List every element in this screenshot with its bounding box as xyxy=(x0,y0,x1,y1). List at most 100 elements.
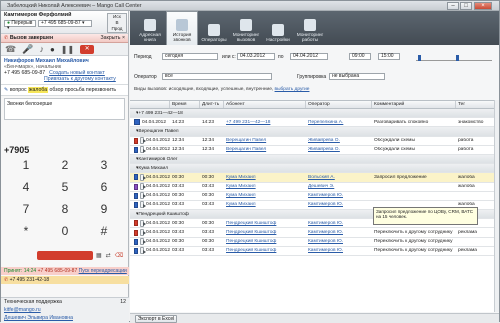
dial-key[interactable]: 7 xyxy=(7,201,45,217)
row-operator[interactable]: Камтимеров Ю. xyxy=(306,248,372,253)
dial-key[interactable]: * xyxy=(7,223,45,239)
col-operator[interactable]: Оператор xyxy=(306,101,372,108)
play-record-icon[interactable] xyxy=(139,247,147,255)
play-record-icon[interactable] xyxy=(139,173,147,181)
col-comment[interactable]: Комментарий xyxy=(372,101,456,108)
group-row[interactable]: ▾ +7 499 231—42—18 xyxy=(130,109,499,119)
line-select[interactable]: +7 495 685-09-87 ▾ xyxy=(38,20,92,27)
table-row[interactable]: 04.04.2012 03:43 03:43 Пендрецкий Кшиштоф Ка… xyxy=(130,228,499,238)
tab-operators[interactable]: Операторы xyxy=(198,11,230,45)
row-operator[interactable]: Камтимеров Ю. xyxy=(306,230,372,235)
note-field[interactable]: Звонки белоэерше xyxy=(4,98,125,120)
row-operator[interactable]: Перепелкина А. xyxy=(306,120,372,125)
dial-number[interactable]: +7905 xyxy=(4,145,29,155)
row-operator[interactable]: Камтимеров Ю. xyxy=(306,221,372,226)
dial-key[interactable]: 2 xyxy=(46,157,84,173)
support-agent[interactable]: Дешевич Эльвира Ивановна xyxy=(4,315,126,321)
keypad-icon[interactable]: ▦ xyxy=(96,252,102,259)
col-duration[interactable]: Длит-ть xyxy=(200,101,224,108)
close-call-link[interactable]: Закрыть × xyxy=(101,35,125,41)
slider-handle-right[interactable] xyxy=(456,55,459,61)
row-operator[interactable]: Камтимеров Ю. xyxy=(306,239,372,244)
tag-review[interactable]: обзор xyxy=(50,87,64,93)
play-record-icon[interactable] xyxy=(139,201,147,209)
table-row[interactable]: 04.04.2012 12:34 12:34 Верещагин Павел Живай… xyxy=(130,146,499,155)
active-call-chip[interactable]: Принят: 14:24 +7 495 685-09-87 Пуск пере… xyxy=(1,267,129,275)
close-window-button[interactable]: × xyxy=(474,2,492,10)
table-scrollbar[interactable] xyxy=(494,100,499,312)
group-select[interactable]: не выбрана xyxy=(329,73,385,80)
row-operator[interactable]: Камтимеров Ю. xyxy=(306,202,372,207)
row-comment[interactable]: Обсуждали схемы xyxy=(372,138,456,143)
dial-key[interactable]: 0 xyxy=(46,223,84,239)
play-record-icon[interactable] xyxy=(139,238,147,246)
group-row[interactable]: ▾ Кантимиров Олег xyxy=(130,154,499,165)
maximize-button[interactable]: □ xyxy=(460,2,472,10)
tag-complaint[interactable]: жалоба xyxy=(28,87,49,93)
table-row[interactable]: 04.04.2012 03:43 03:43 Кума Михаил Дешевич Э… xyxy=(130,183,499,192)
table-row[interactable]: 04.04.2012 14:23 14:23 +7 499 231—42—18 Пере… xyxy=(130,118,499,128)
row-comment[interactable]: Переключить к другому сотруднику xyxy=(372,239,456,244)
row-comment[interactable]: Переключить к другому сотруднику xyxy=(372,230,456,235)
group-expander-icon[interactable]: ▾ xyxy=(130,212,138,217)
play-record-icon[interactable] xyxy=(139,146,147,154)
row-operator[interactable]: Живайрева О. xyxy=(306,147,372,152)
transfer-icon[interactable]: ⇄ xyxy=(106,252,111,259)
pause-icon[interactable]: ❚❚ xyxy=(61,45,74,54)
col-time[interactable]: Время xyxy=(170,101,200,108)
table-row[interactable]: 04.04.2012 00:30 00:30 Пендрецкий Кшиштоф Ка… xyxy=(130,238,499,247)
row-abonent[interactable]: Пендрецкий Кшиштоф xyxy=(224,230,306,235)
slider-handle-left[interactable] xyxy=(418,55,421,61)
time-from-input[interactable]: 09:00 xyxy=(349,53,371,60)
time-to-input[interactable]: 15:00 xyxy=(378,53,400,60)
row-comment[interactable]: Запросил предложение xyxy=(372,175,456,180)
types-link[interactable]: выбрать другие xyxy=(275,87,310,92)
row-abonent[interactable]: Кума Михаил xyxy=(224,193,306,198)
dial-key[interactable]: 1 xyxy=(7,157,45,173)
col-tag[interactable]: Тег xyxy=(456,101,494,108)
group-expander-icon[interactable]: ▾ xyxy=(130,157,138,162)
dial-key[interactable]: 3 xyxy=(85,157,123,173)
second-call-chip[interactable]: ✆ +7 495 231-42-18 xyxy=(1,276,129,284)
tab-call-monitoring[interactable]: Мониторинг вызовов xyxy=(230,11,262,45)
dial-key[interactable]: 4 xyxy=(7,179,45,195)
row-abonent[interactable]: +7 499 231—42—18 xyxy=(224,120,306,125)
table-row[interactable]: 04.04.2012 12:34 12:34 Верещагин Павел Живай… xyxy=(130,137,499,146)
group-expander-icon[interactable]: ▾ xyxy=(130,166,138,171)
dial-key[interactable]: 8 xyxy=(46,201,84,217)
support-email[interactable]: kitfe@mango.ru xyxy=(4,307,126,313)
group-expander-icon[interactable]: ▾ xyxy=(130,111,138,116)
attach-contact-link[interactable]: Привязать к другому контакту xyxy=(44,76,125,82)
tab-settings[interactable]: Настройки xyxy=(262,11,294,45)
row-abonent[interactable]: Пендрецкий Кшиштоф xyxy=(224,239,306,244)
date-to-input[interactable]: 04.04.2012 xyxy=(290,53,328,60)
play-record-icon[interactable] xyxy=(139,192,147,200)
row-abonent[interactable]: Пендрецкий Кшиштоф xyxy=(224,221,306,226)
dial-key[interactable]: # xyxy=(85,223,123,239)
period-select[interactable]: сегодня xyxy=(162,53,218,60)
status-select[interactable]: ● Перерыв ▾ xyxy=(4,20,36,31)
group-expander-icon[interactable]: ▾ xyxy=(130,129,138,134)
play-record-icon[interactable] xyxy=(139,219,147,227)
operator-select[interactable]: все xyxy=(162,73,272,80)
dial-key[interactable]: 9 xyxy=(85,201,123,217)
volume-icon[interactable]: ♪ xyxy=(39,44,44,54)
row-comment[interactable]: Обсуждали схемы xyxy=(372,147,456,152)
tab-address-book[interactable]: Адресная книга xyxy=(134,11,166,45)
row-abonent[interactable]: Верещагин Павел xyxy=(224,138,306,143)
date-from-input[interactable]: 04.03.2012 xyxy=(237,53,275,60)
table-row[interactable]: 04.04.2012 00:30 00:30 Кума Михаил Вольский … xyxy=(130,173,499,183)
play-record-icon[interactable] xyxy=(139,183,147,191)
row-abonent[interactable]: Пендрецкий Кшиштоф xyxy=(224,248,306,253)
transfer-link[interactable]: Пуск переадресации xyxy=(79,268,127,274)
play-record-icon[interactable] xyxy=(139,137,147,145)
help-panel[interactable]: Исх B Прод xyxy=(107,13,127,33)
play-record-icon[interactable] xyxy=(139,229,147,237)
row-abonent[interactable]: Верещагин Павел xyxy=(224,147,306,152)
hold-icon[interactable]: ☎ xyxy=(5,44,16,55)
table-row[interactable]: 04.04.2012 00:30 00:30 Кума Михаил Камтимеро… xyxy=(130,192,499,201)
minimize-button[interactable]: – xyxy=(447,2,459,10)
mic-icon[interactable]: 🎤 xyxy=(22,44,33,55)
tag-callback[interactable]: просьба перезвонить xyxy=(65,87,116,93)
row-abonent[interactable]: Кума Михаил xyxy=(224,202,306,207)
